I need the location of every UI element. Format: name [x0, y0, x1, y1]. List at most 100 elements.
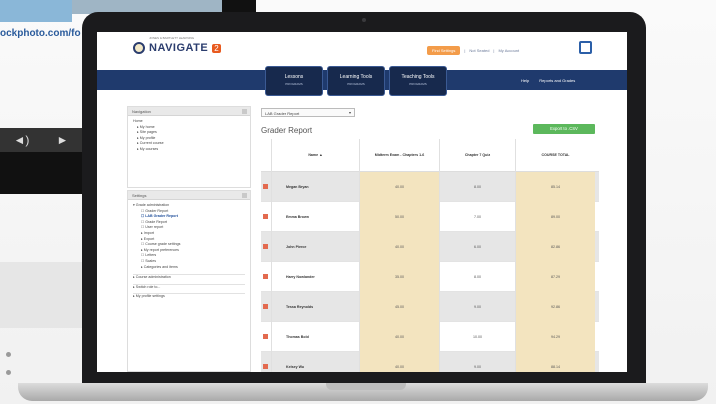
- grade-cell[interactable]: 40.00: [359, 232, 439, 262]
- laptop-bezel: JONES & BARTLETT LEARNING NAVIGATE 2 Fin…: [82, 12, 646, 384]
- top-links: Find Settings | Not Seated | My Account: [427, 46, 519, 55]
- grader-table-body: Megan Bryan 40.00 8.00 85.14 Emma Brown 50.00…: [261, 172, 599, 372]
- top-link-settings[interactable]: Find Settings: [427, 46, 461, 55]
- report-select-value: LAB Grader Report: [265, 111, 300, 116]
- user-avatar-icon: [263, 364, 268, 369]
- seal-icon: [133, 42, 145, 54]
- table-row: Kelsey Wu 40.00 9.00 88.14: [261, 352, 599, 372]
- column-header-quiz[interactable]: Chapter 7 Quiz: [439, 139, 515, 172]
- navigation-block: Navigation Home ▸ My home ▸ Site pages ▸…: [127, 106, 251, 188]
- nav-link-reports[interactable]: Reports and Grades: [539, 78, 575, 83]
- grade-cell[interactable]: 85.14: [515, 172, 595, 202]
- user-avatar-icon: [263, 304, 268, 309]
- column-header-midterm[interactable]: Midterm Exam - Chapters 1-6: [359, 139, 439, 172]
- top-link-seated[interactable]: Not Seated: [469, 48, 489, 53]
- tab-label: Teaching Tools: [401, 74, 435, 80]
- grade-cell[interactable]: 9.00: [439, 352, 515, 372]
- background-url-text: ockphoto.com/fo: [0, 28, 81, 39]
- grade-cell[interactable]: 9.00: [439, 292, 515, 322]
- page-title: Grader Report: [261, 126, 313, 135]
- laptop-screen: JONES & BARTLETT LEARNING NAVIGATE 2 Fin…: [97, 32, 627, 372]
- grade-cell[interactable]: 50.00: [359, 202, 439, 232]
- camera-icon: [362, 18, 366, 22]
- app-logo[interactable]: JONES & BARTLETT LEARNING NAVIGATE 2: [133, 36, 221, 54]
- table-row: John Pierce 40.00 6.00 82.86: [261, 232, 599, 262]
- grade-cell[interactable]: 35.00: [359, 262, 439, 292]
- tab-teaching-tools[interactable]: Teaching Tools PROGRAMS: [389, 66, 447, 96]
- screen-icon[interactable]: [579, 41, 592, 54]
- tab-sublabel: PROGRAMS: [285, 82, 303, 86]
- settings-list: ▾ Grade administration ☐ Grader Report ☐…: [128, 200, 250, 302]
- grade-cell[interactable]: 10.00: [439, 322, 515, 352]
- play-icon: ►: [56, 133, 69, 147]
- laptop-notch: [326, 383, 406, 390]
- tab-label: Learning Tools: [339, 74, 373, 80]
- grade-cell[interactable]: 7.00: [439, 202, 515, 232]
- grade-cell[interactable]: 45.00: [359, 292, 439, 322]
- settings-item[interactable]: ▸ My profile settings: [133, 293, 245, 299]
- collapse-icon[interactable]: [242, 109, 247, 114]
- student-name-link[interactable]: Tessa Reynolds: [271, 292, 359, 322]
- nav-item[interactable]: ▸ My courses: [133, 147, 245, 153]
- navigation-list: Home ▸ My home ▸ Site pages ▸ My profile…: [128, 116, 250, 156]
- student-name-link[interactable]: Emma Brown: [271, 202, 359, 232]
- grade-cell[interactable]: 40.00: [359, 322, 439, 352]
- user-avatar-icon: [263, 184, 268, 189]
- report-select[interactable]: LAB Grader Report ▾: [261, 108, 355, 117]
- column-header-name[interactable]: Name ▲: [271, 139, 359, 172]
- grade-cell[interactable]: 8.00: [439, 262, 515, 292]
- grade-cell[interactable]: 40.00: [359, 172, 439, 202]
- logo-text: NAVIGATE: [149, 42, 209, 54]
- table-row: Megan Bryan 40.00 8.00 85.14: [261, 172, 599, 202]
- grade-cell[interactable]: 88.14: [515, 352, 595, 372]
- tab-learning-tools[interactable]: Learning Tools PROGRAMS: [327, 66, 385, 96]
- grade-cell[interactable]: 40.00: [359, 352, 439, 372]
- grader-table: Name ▲ Midterm Exam - Chapters 1-6 Chapt…: [261, 139, 599, 372]
- table-row: Tessa Reynolds 45.00 9.00 92.86: [261, 292, 599, 322]
- background-video: [0, 152, 82, 194]
- navigation-block-header[interactable]: Navigation: [128, 107, 250, 116]
- settings-block-header[interactable]: Settings: [128, 191, 250, 200]
- nav-right-links: Help Reports and Grades: [521, 78, 575, 83]
- export-csv-button[interactable]: Export to .CSV: [533, 124, 595, 134]
- table-row: Thomas Bold 40.00 10.00 94.29: [261, 322, 599, 352]
- grader-table-header: Name ▲ Midterm Exam - Chapters 1-6 Chapt…: [261, 139, 599, 172]
- grade-cell[interactable]: 92.86: [515, 292, 595, 322]
- background-dot: [6, 352, 11, 357]
- background-strip: [0, 262, 82, 328]
- chevron-down-icon: ▾: [348, 110, 351, 115]
- background-black-panel: [222, 0, 256, 12]
- student-name-link[interactable]: John Pierce: [271, 232, 359, 262]
- student-name-link[interactable]: Harry Nowlander: [271, 262, 359, 292]
- separator: |: [464, 48, 466, 53]
- top-link-account[interactable]: My Account: [498, 48, 519, 53]
- table-row: Harry Nowlander 35.00 8.00 87.29: [261, 262, 599, 292]
- grade-cell[interactable]: 94.29: [515, 322, 595, 352]
- user-avatar-icon: [263, 214, 268, 219]
- grade-cell[interactable]: 6.00: [439, 232, 515, 262]
- settings-block: Settings ▾ Grade administration ☐ Grader…: [127, 190, 251, 372]
- student-name-link[interactable]: Thomas Bold: [271, 322, 359, 352]
- settings-block-title: Settings: [132, 193, 147, 198]
- column-header-total[interactable]: COURSE TOTAL: [515, 139, 595, 172]
- background-dot: [6, 370, 11, 375]
- student-name-link[interactable]: Kelsey Wu: [271, 352, 359, 372]
- tab-lessons[interactable]: Lessons PROGRAMS: [265, 66, 323, 96]
- user-avatar-icon: [263, 244, 268, 249]
- laptop-base: [18, 383, 708, 401]
- tab-label: Lessons: [284, 74, 304, 80]
- user-avatar-icon: [263, 274, 268, 279]
- grade-cell[interactable]: 87.29: [515, 262, 595, 292]
- tab-sublabel: PROGRAMS: [409, 82, 427, 86]
- table-row: Emma Brown 50.00 7.00 89.00: [261, 202, 599, 232]
- screenshot-root: ockphoto.com/fo ◄) ► JONES & BARTLETT LE…: [0, 0, 716, 404]
- logo-supertitle: JONES & BARTLETT LEARNING: [149, 36, 195, 40]
- nav-link-help[interactable]: Help: [521, 78, 529, 83]
- student-name-link[interactable]: Megan Bryan: [271, 172, 359, 202]
- grade-cell[interactable]: 89.00: [515, 202, 595, 232]
- grade-cell[interactable]: 8.00: [439, 172, 515, 202]
- separator: |: [493, 48, 495, 53]
- nav-tabs: Lessons PROGRAMS Learning Tools PROGRAMS…: [265, 66, 447, 96]
- collapse-icon[interactable]: [242, 193, 247, 198]
- grade-cell[interactable]: 82.86: [515, 232, 595, 262]
